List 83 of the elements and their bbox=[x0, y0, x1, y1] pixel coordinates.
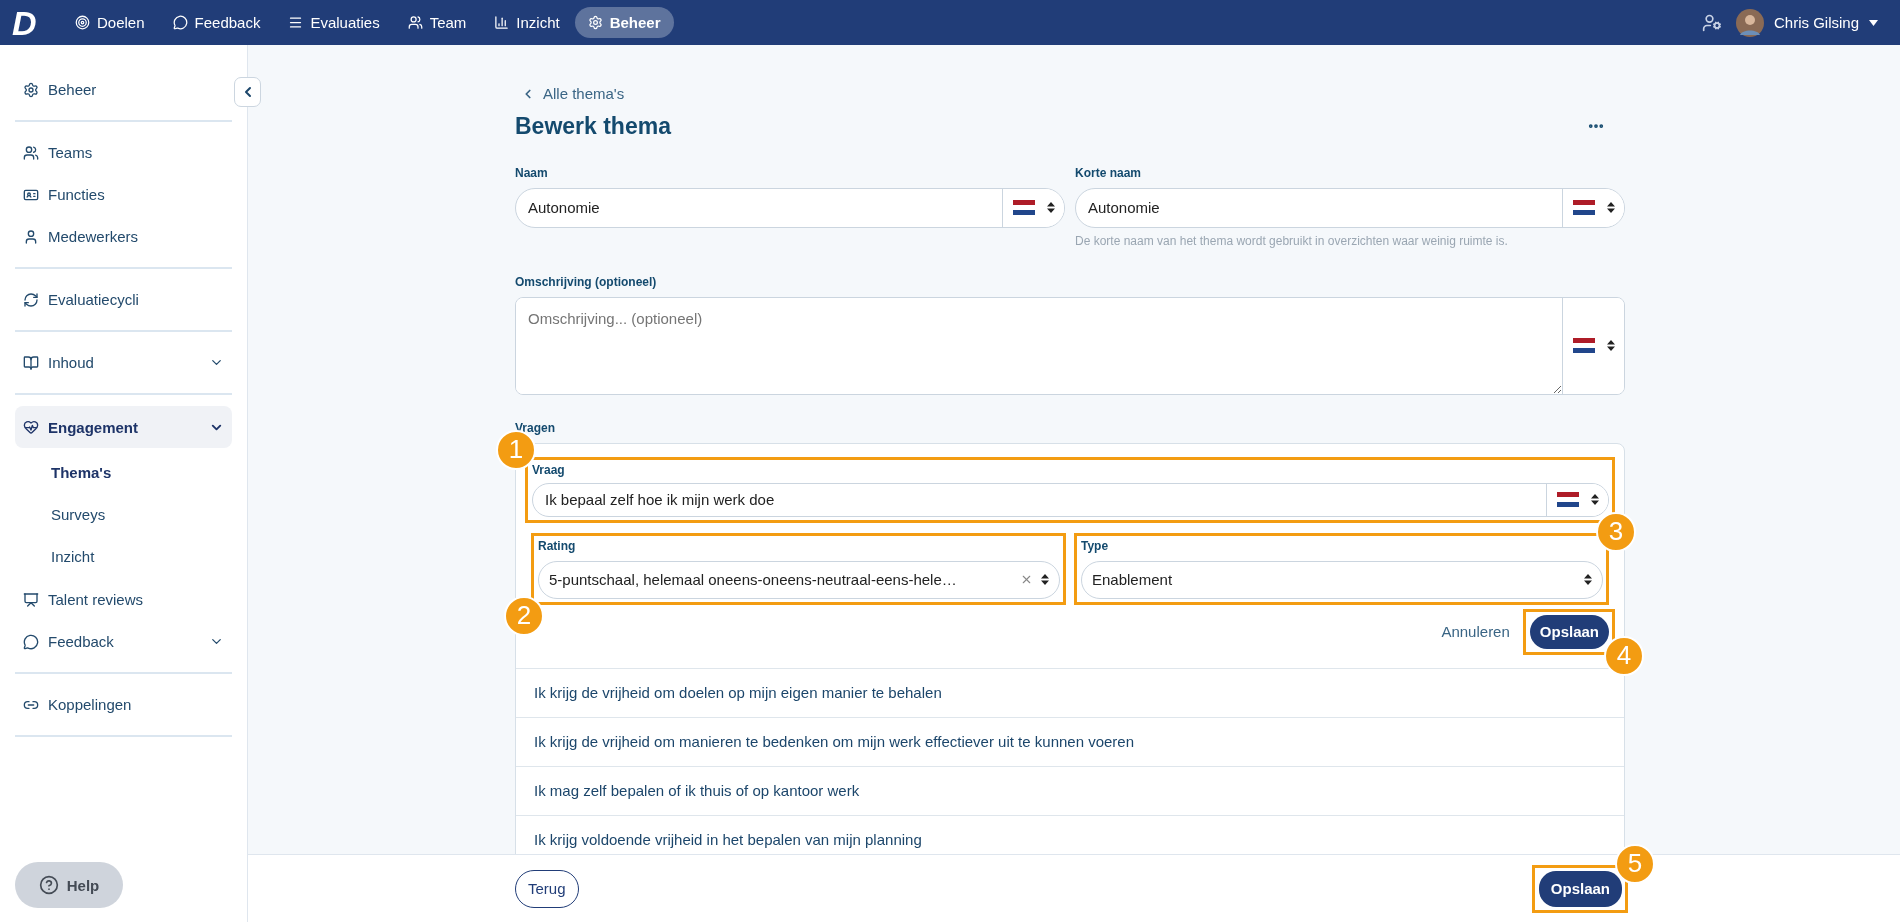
sidebar-item[interactable]: Functies bbox=[15, 175, 232, 214]
sidebar-item[interactable]: Medewerkers bbox=[15, 217, 232, 256]
flag-icon bbox=[1556, 492, 1579, 507]
nav-tab[interactable]: Team bbox=[394, 7, 480, 38]
name-field[interactable]: Autonomie bbox=[515, 187, 1065, 228]
sort-icon bbox=[1606, 202, 1615, 213]
caret-icon bbox=[1869, 19, 1878, 26]
question-row[interactable]: Ik mag zelf bepalen of ik thuis of op kantoor werk bbox=[516, 765, 1624, 815]
sidebar-item[interactable]: Inhoud bbox=[15, 343, 232, 382]
flag-icon bbox=[1572, 200, 1595, 215]
sidebar-item[interactable]: Talent reviews bbox=[15, 580, 232, 619]
type-select[interactable]: Enablement bbox=[1081, 560, 1603, 599]
language-select[interactable] bbox=[1562, 188, 1624, 227]
list-icon bbox=[288, 15, 304, 30]
field-label: Naam bbox=[515, 165, 549, 180]
page-title: Bewerk thema bbox=[515, 112, 671, 140]
cancel-link[interactable]: Annuleren bbox=[1435, 622, 1516, 641]
help-icon bbox=[38, 875, 59, 895]
sidebar-item[interactable]: Beheer bbox=[15, 70, 232, 109]
user-settings-icon[interactable] bbox=[1701, 12, 1722, 33]
language-select[interactable] bbox=[1002, 188, 1064, 227]
sort-icon bbox=[1606, 340, 1615, 351]
speech-bubble-icon bbox=[23, 633, 39, 650]
user-icon bbox=[23, 228, 39, 245]
presentation-icon bbox=[23, 591, 39, 608]
field-label: Rating bbox=[538, 538, 577, 553]
target-icon bbox=[75, 15, 90, 30]
question-row[interactable]: Ik krijg de vrijheid om manieren te bedenken om mijn werk effectiever uit te kunnen voeren bbox=[516, 716, 1624, 766]
language-select[interactable] bbox=[1546, 483, 1608, 516]
short-name-input[interactable]: Autonomie bbox=[1076, 188, 1562, 227]
book-icon bbox=[23, 354, 39, 371]
back-link[interactable]: Alle thema's bbox=[515, 85, 625, 102]
collapse-button[interactable] bbox=[234, 77, 261, 107]
name-input[interactable]: Autonomie bbox=[516, 188, 1002, 227]
flag-icon bbox=[1572, 338, 1595, 353]
sort-icon bbox=[1590, 494, 1599, 505]
users-icon bbox=[407, 15, 423, 30]
nav-tab[interactable]: Doelen bbox=[62, 7, 158, 38]
help-button[interactable]: Help bbox=[15, 862, 123, 908]
sort-icon bbox=[1584, 574, 1592, 585]
refresh-icon bbox=[23, 291, 39, 308]
user-menu[interactable]: Chris Gilsing bbox=[1735, 8, 1888, 37]
heart-pulse-icon bbox=[23, 419, 39, 435]
save-button[interactable]: Opslaan bbox=[1529, 614, 1609, 649]
avatar bbox=[1735, 8, 1764, 37]
submenu-item[interactable]: Thema's bbox=[15, 451, 232, 493]
sidebar-item[interactable]: Teams bbox=[15, 133, 232, 172]
sort-icon bbox=[1046, 202, 1055, 213]
callout-number: 2 bbox=[504, 595, 544, 636]
bar-chart-icon bbox=[494, 15, 510, 30]
clear-icon[interactable] bbox=[1020, 573, 1033, 586]
language-select[interactable] bbox=[1562, 297, 1624, 394]
users-icon bbox=[23, 144, 39, 161]
submenu-item[interactable]: Surveys bbox=[15, 493, 232, 535]
section-label: Vragen bbox=[515, 420, 557, 435]
sidebar-item[interactable]: Evaluatiecycli bbox=[15, 280, 232, 319]
sidebar-item[interactable]: Koppelingen bbox=[15, 685, 232, 724]
nav-tab[interactable]: Beheer bbox=[574, 7, 674, 38]
short-name-field[interactable]: Autonomie bbox=[1075, 187, 1625, 228]
logo[interactable]: D bbox=[12, 5, 58, 40]
speech-bubble-icon bbox=[172, 15, 188, 30]
question-row[interactable]: Ik krijg de vrijheid om doelen op mijn eigen manier te behalen bbox=[516, 667, 1624, 717]
flag-icon bbox=[1012, 200, 1035, 215]
submenu-item[interactable]: Inzicht bbox=[15, 535, 232, 577]
callout-number: 3 bbox=[1596, 511, 1636, 552]
settings-icon bbox=[587, 15, 603, 30]
settings-icon bbox=[23, 81, 39, 98]
sidebar-item[interactable]: Feedback bbox=[15, 622, 232, 661]
field-label: Korte naam bbox=[1075, 165, 1143, 180]
back-button[interactable]: Terug bbox=[515, 869, 579, 908]
callout-number: 5 bbox=[1615, 843, 1655, 884]
callout-number: 4 bbox=[1604, 635, 1644, 676]
save-button[interactable]: Opslaan bbox=[1538, 870, 1622, 907]
nav-tab[interactable]: Inzicht bbox=[481, 7, 573, 38]
rating-select[interactable]: 5-puntschaal, helemaal oneens-oneens-neutraal-eens-hele… bbox=[538, 560, 1060, 599]
sort-icon bbox=[1041, 574, 1049, 585]
field-label: Omschrijving (optioneel) bbox=[515, 274, 658, 289]
field-hint: De korte naam van het thema wordt gebruikt in overzichten waar weinig ruimte is. bbox=[1075, 233, 1509, 248]
field-label: Type bbox=[1081, 538, 1110, 553]
sidebar-item[interactable]: Engagement bbox=[15, 406, 232, 448]
nav-tab[interactable]: Evaluaties bbox=[275, 7, 393, 38]
field-label: Vraag bbox=[532, 462, 566, 477]
nav-tab[interactable]: Feedback bbox=[159, 7, 274, 38]
